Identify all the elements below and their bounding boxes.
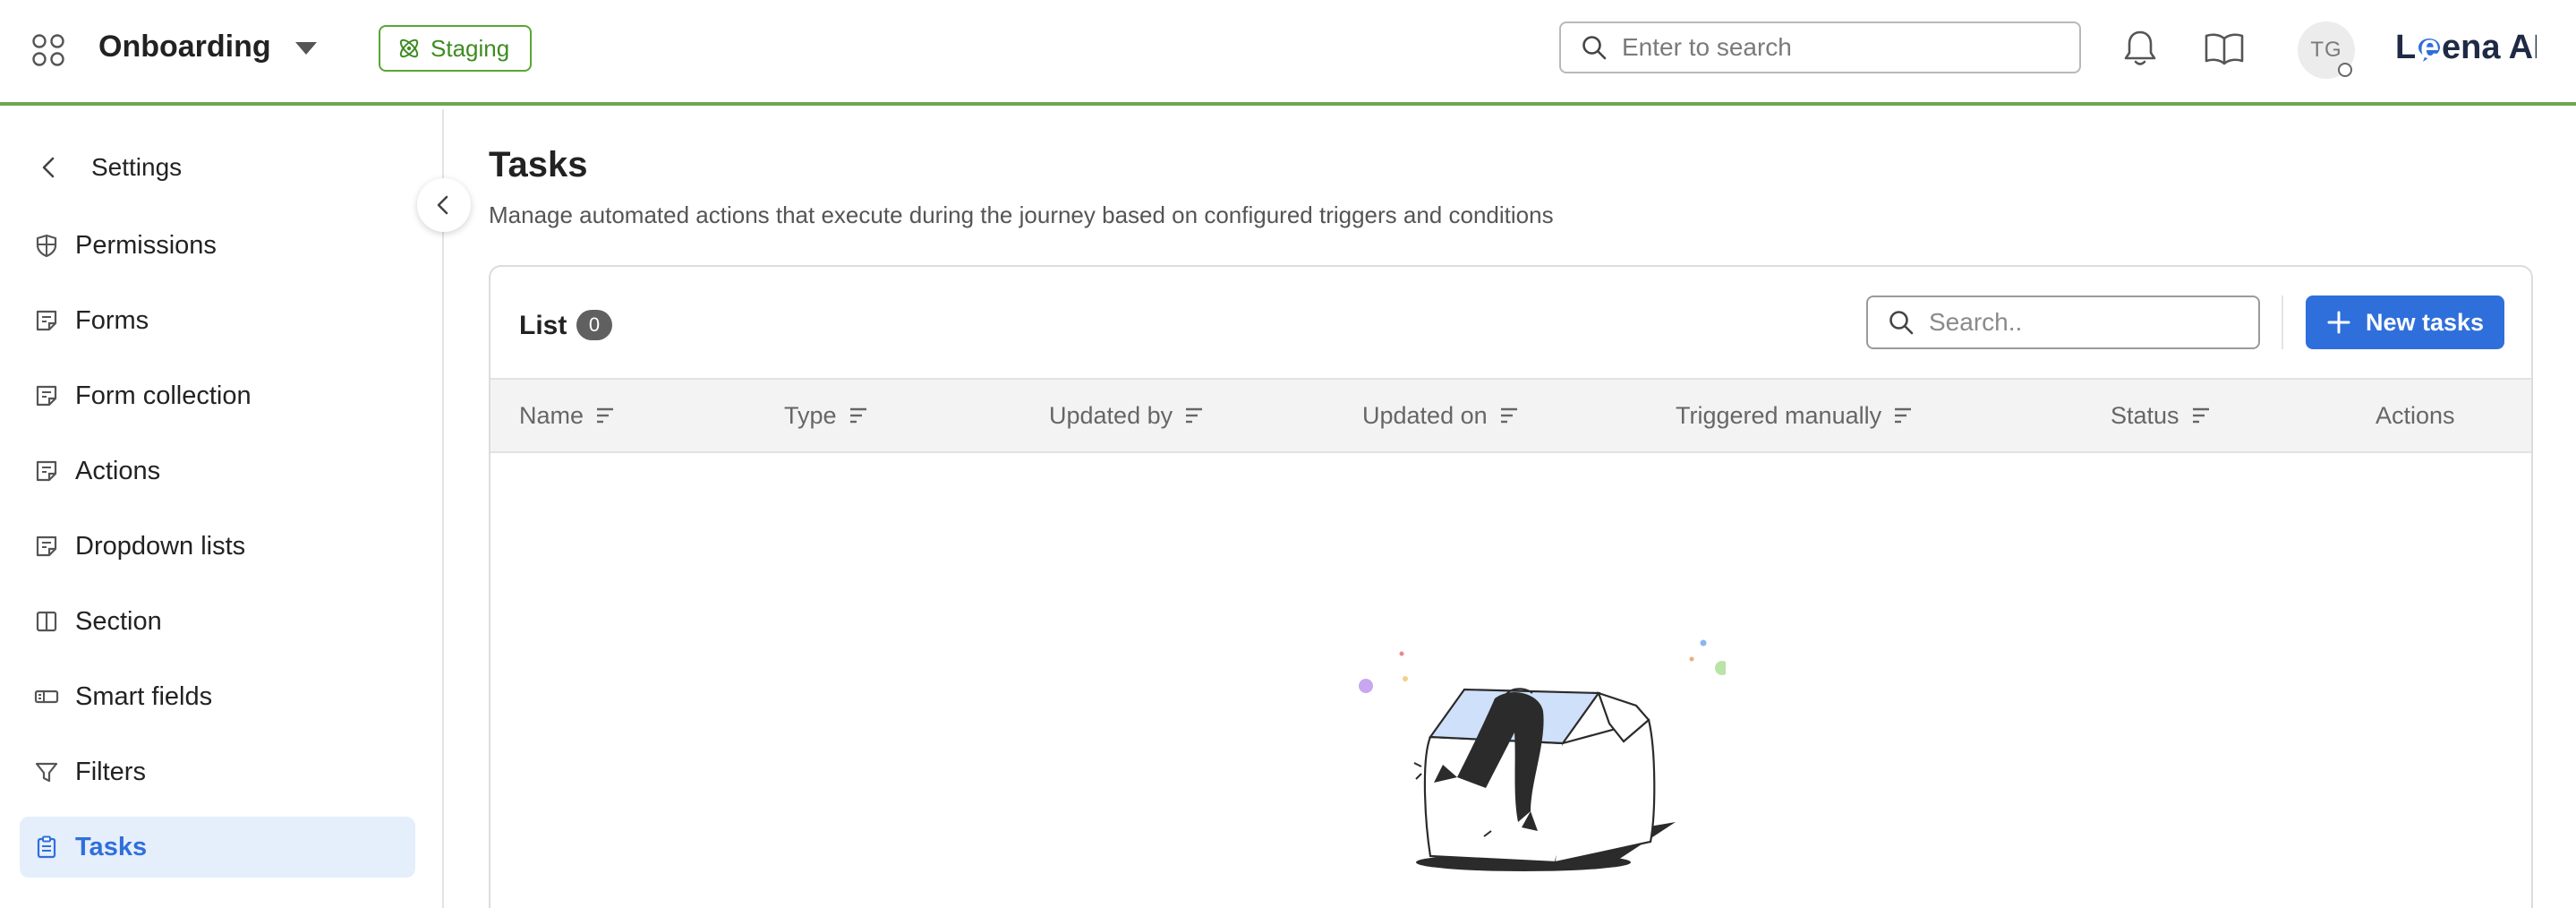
leena-ai-logo: L e ena AI — [2395, 29, 2537, 66]
search-icon — [1889, 311, 1914, 335]
divider — [2282, 296, 2283, 349]
column-header-type[interactable]: Type — [784, 380, 869, 451]
settings-sidebar: Settings Permissions Forms Form collecti… — [0, 109, 444, 908]
column-header-triggered-manually[interactable]: Triggered manually — [1676, 380, 1914, 451]
sidebar-item-label: Permissions — [75, 230, 217, 260]
page-subtitle: Manage automated actions that execute du… — [489, 201, 1554, 228]
column-label: Status — [2111, 401, 2179, 429]
count-badge: 0 — [576, 310, 612, 340]
tasks-list-card: List 0 New tasks Name Type Updated by Up… — [489, 265, 2533, 908]
page-title: Tasks — [489, 145, 588, 184]
plus-icon — [2327, 311, 2350, 334]
svg-text:e: e — [2420, 29, 2439, 66]
environment-label: Staging — [431, 34, 510, 62]
chevron-down-icon[interactable] — [294, 39, 319, 57]
global-search[interactable] — [1559, 21, 2081, 73]
new-tasks-button[interactable]: New tasks — [2306, 296, 2504, 349]
sidebar-item-label: Actions — [75, 456, 161, 485]
back-arrow-icon[interactable] — [36, 154, 63, 181]
sort-icon — [597, 407, 614, 424]
sidebar-item-form-collection[interactable]: Form collection — [20, 365, 415, 426]
new-tasks-label: New tasks — [2365, 308, 2485, 336]
column-header-status[interactable]: Status — [2111, 380, 2212, 451]
column-label: Type — [784, 401, 837, 429]
sidebar-item-label: Tasks — [75, 832, 148, 861]
app-title[interactable]: Onboarding — [98, 27, 271, 66]
sidebar-item-label: Section — [75, 606, 162, 636]
collapse-sidebar-button[interactable] — [417, 178, 471, 232]
form-icon — [36, 460, 57, 482]
list-search-input[interactable] — [1929, 308, 2251, 337]
sidebar-item-smart-fields[interactable]: Smart fields — [20, 666, 415, 727]
column-label: Updated by — [1049, 401, 1173, 429]
shield-icon — [36, 234, 57, 258]
column-label: Name — [519, 401, 584, 429]
empty-state-illustration — [1359, 639, 1726, 871]
column-label: Triggered manually — [1676, 401, 1882, 429]
sort-icon — [2192, 407, 2209, 424]
column-label: Updated on — [1362, 401, 1488, 429]
columns-icon — [36, 611, 57, 632]
global-search-input[interactable] — [1622, 33, 2051, 62]
filter-icon — [35, 762, 58, 783]
svg-text:ena AI: ena AI — [2442, 29, 2537, 66]
svg-text:L: L — [2395, 29, 2416, 66]
clipboard-icon — [37, 835, 56, 859]
sort-icon — [849, 407, 866, 424]
sidebar-item-label: Smart fields — [75, 681, 213, 711]
smart-field-icon — [34, 690, 59, 704]
atom-icon — [399, 39, 419, 58]
table-header: Name Type Updated by Updated on Triggere… — [490, 378, 2531, 453]
form-icon — [36, 385, 57, 407]
sidebar-item-dropdown-lists[interactable]: Dropdown lists — [20, 516, 415, 577]
column-header-name[interactable]: Name — [519, 380, 616, 451]
sort-icon — [1500, 407, 1517, 424]
form-icon — [36, 535, 57, 557]
sidebar-item-forms[interactable]: Forms — [20, 290, 415, 351]
sort-icon — [1186, 407, 1203, 424]
sidebar-item-actions[interactable]: Actions — [20, 441, 415, 501]
sidebar-item-tasks[interactable]: Tasks — [20, 817, 415, 878]
sidebar-title: Settings — [91, 153, 183, 181]
avatar-status-indicator — [2338, 63, 2352, 77]
environment-badge[interactable]: Staging — [379, 25, 532, 72]
sidebar-item-filters[interactable]: Filters — [20, 741, 415, 802]
form-icon — [36, 310, 57, 331]
list-search[interactable] — [1866, 296, 2260, 349]
chevron-left-icon — [437, 195, 448, 215]
book-icon[interactable] — [2204, 30, 2245, 66]
sidebar-item-section[interactable]: Section — [20, 591, 415, 652]
column-header-actions: Actions — [2376, 380, 2455, 451]
column-label: Actions — [2376, 401, 2455, 429]
sidebar-item-label: Forms — [75, 305, 149, 335]
sidebar-item-label: Dropdown lists — [75, 531, 246, 561]
sidebar-item-permissions[interactable]: Permissions — [20, 215, 415, 276]
column-header-updated-on[interactable]: Updated on — [1362, 380, 1520, 451]
column-header-updated-by[interactable]: Updated by — [1049, 380, 1205, 451]
top-bar: Onboarding Staging TG L e ena AI — [0, 0, 2576, 106]
sidebar-item-label: Filters — [75, 757, 146, 786]
list-title: List — [519, 311, 567, 340]
bell-icon[interactable] — [2121, 29, 2159, 68]
sidebar-item-label: Form collection — [75, 381, 252, 410]
search-icon — [1582, 36, 1607, 60]
sort-icon — [1895, 407, 1912, 424]
apps-grid-icon[interactable] — [30, 32, 66, 68]
